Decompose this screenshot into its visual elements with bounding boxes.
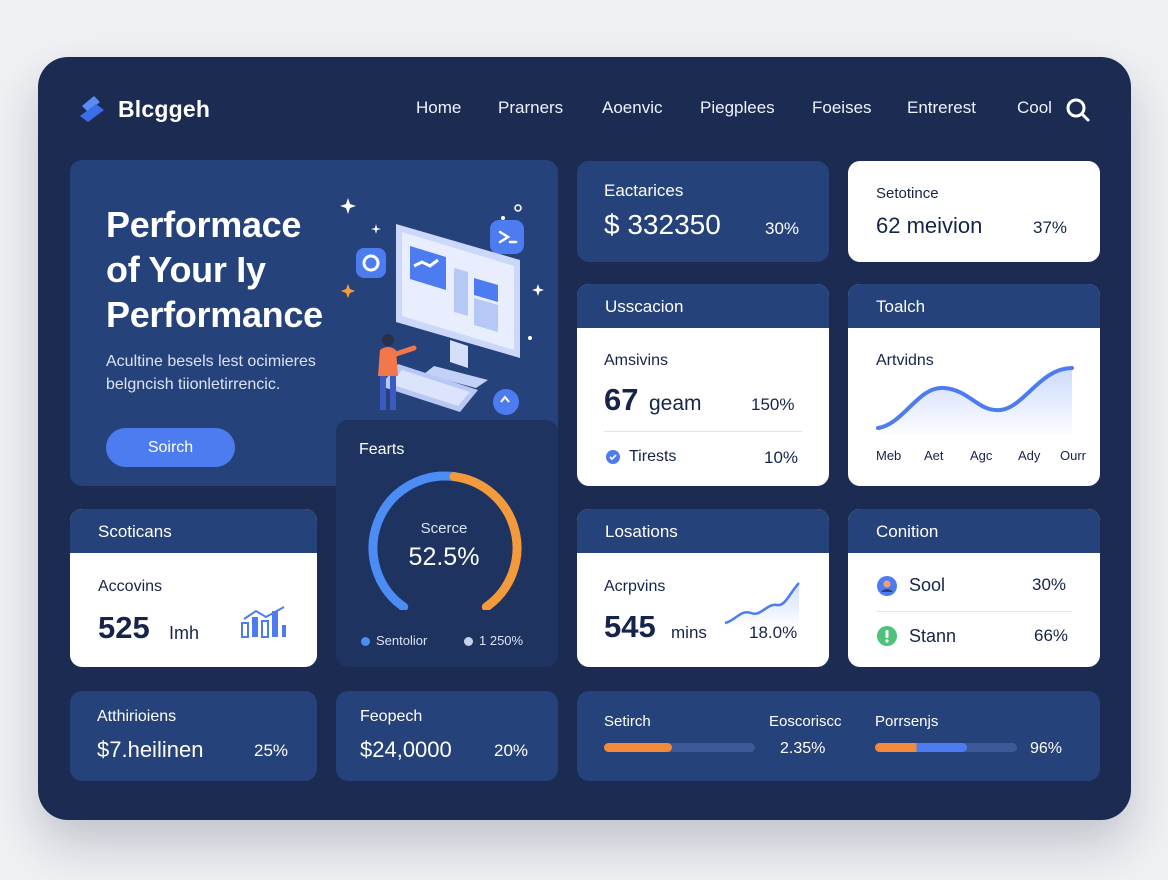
stat-card-atthirioiens[interactable]: Atthirioiens $7.heilinen 25%: [70, 691, 317, 781]
progress-card[interactable]: Setirch Eoscoriscc 2.35% Porrsenjs 96%: [577, 691, 1100, 781]
stat-percent: 20%: [494, 741, 529, 760]
nav-item-piegplees[interactable]: Piegplees: [700, 98, 775, 118]
gauge-value: 52.5%: [408, 543, 480, 571]
stat-percent: 25%: [254, 741, 289, 760]
x-tick-label: Aet: [924, 448, 944, 463]
legend-dot: [361, 637, 370, 647]
metric-value: 545: [604, 609, 656, 644]
card-title: Fearts: [359, 441, 405, 458]
check-circle-icon: [606, 450, 620, 464]
divider: [876, 611, 1072, 612]
nav-item-prarners[interactable]: Prarners: [498, 98, 563, 118]
nav-item-entrerest[interactable]: Entrerest: [907, 98, 976, 118]
x-tick-label: Ourr: [1060, 448, 1086, 463]
stat-label: Setotince: [876, 185, 939, 202]
divider: [604, 431, 802, 432]
top-nav: Home Prarners Aoenvic Piegplees Foeises …: [0, 98, 1168, 122]
metric-value: 525: [98, 610, 150, 645]
metric-unit: Imh: [169, 623, 200, 643]
progress-label: Porrsenjs: [875, 713, 939, 730]
legend-dot: [464, 637, 473, 647]
toalch-card[interactable]: Toalch Artvidns Meb Aet Agc Ady Ourr: [848, 284, 1100, 486]
user-icon: [877, 576, 897, 596]
stat-card-feopech[interactable]: Feopech $24,0000 20%: [336, 691, 558, 781]
x-tick-label: Agc: [970, 448, 993, 463]
losations-card[interactable]: Losations Acrpvins 545 mins 18.0%: [577, 509, 829, 667]
nav-item-foeises[interactable]: Foeises: [812, 98, 872, 118]
footer-label: Tirests: [629, 448, 677, 465]
stat-label: Atthirioiens: [97, 708, 177, 725]
condition-card[interactable]: Conition Sool 30% Stann 66%: [848, 509, 1100, 667]
condition-label: Sool: [909, 575, 946, 595]
condition-label: Stann: [909, 626, 957, 646]
progress-fill: [604, 743, 672, 752]
stat-value: $7.heilinen: [97, 737, 204, 762]
stat-value: 62 meivion: [876, 213, 983, 238]
card-title: Scoticans: [70, 509, 317, 553]
card-title: Usscacion: [577, 284, 829, 328]
x-tick-label: Meb: [876, 448, 902, 463]
progress-bar-setirch: [604, 743, 755, 752]
nav-item-cool[interactable]: Cool: [1017, 98, 1052, 118]
metric-value: 67: [604, 382, 639, 417]
stat-card-eactarices[interactable]: Eactarices $ 332350 30%: [577, 161, 829, 262]
hero-title: Performace of Your Iy Performance: [106, 204, 323, 335]
score-card[interactable]: Fearts Scerce 52.5% Sentolior 1 250%: [336, 420, 558, 667]
computer-illustration: [340, 198, 544, 415]
nav-item-aoenvic[interactable]: Aoenvic: [602, 98, 662, 118]
stat-card-setotince[interactable]: Setotince 62 meivion 37%: [848, 161, 1100, 262]
alert-icon: [877, 626, 897, 646]
progress-fill: [875, 743, 968, 752]
progress-label: Setirch: [604, 713, 651, 730]
bar-chart-icon: [241, 606, 286, 638]
card-title: Conition: [848, 509, 1100, 553]
progress-label: Eoscoriscc: [769, 713, 842, 730]
progress-percent: 96%: [1030, 740, 1063, 757]
stat-value: $24,0000: [360, 737, 452, 762]
sparkline-chart: [724, 582, 800, 629]
progress-percent: 2.35%: [780, 740, 826, 757]
stat-percent: 30%: [765, 219, 800, 238]
metric-percent: 150%: [751, 395, 795, 414]
metric-label: Acrpvins: [604, 578, 666, 595]
nav-item-home[interactable]: Home: [416, 98, 461, 118]
legend-item: Sentolior: [361, 633, 427, 648]
metric-label: Accovins: [98, 578, 163, 595]
scoticans-card[interactable]: Scoticans Accovins 525 Imh: [70, 509, 317, 667]
legend-item: 1 250%: [464, 633, 523, 648]
metric-unit: mins: [671, 623, 707, 642]
stat-label: Feopech: [360, 708, 423, 725]
stat-value: $ 332350: [604, 209, 721, 240]
hero-search-button[interactable]: Soirch: [106, 428, 235, 467]
condition-percent: 66%: [1034, 626, 1069, 645]
gauge-label: Scerce: [420, 520, 468, 537]
condition-percent: 30%: [1032, 575, 1067, 594]
search-icon[interactable]: [1064, 96, 1092, 124]
score-gauge: [368, 471, 522, 610]
footer-percent: 10%: [764, 448, 799, 467]
metric-unit: geam: [649, 392, 702, 415]
hero-description: Acultine besels lest ocimieres belgncish…: [106, 353, 316, 393]
trend-line-chart: [876, 366, 1074, 434]
metric-percent: 18.0%: [749, 623, 798, 642]
card-title: Losations: [577, 509, 829, 553]
card-title: Toalch: [848, 284, 1100, 328]
x-tick-label: Ady: [1018, 448, 1041, 463]
progress-bar-porrsenjs: [875, 743, 1017, 752]
metric-label: Amsivins: [604, 352, 669, 369]
stat-percent: 37%: [1033, 218, 1068, 237]
usscacion-card[interactable]: Usscacion Amsivins 67 geam 150% Tirests …: [577, 284, 829, 486]
stat-label: Eactarices: [604, 181, 684, 200]
